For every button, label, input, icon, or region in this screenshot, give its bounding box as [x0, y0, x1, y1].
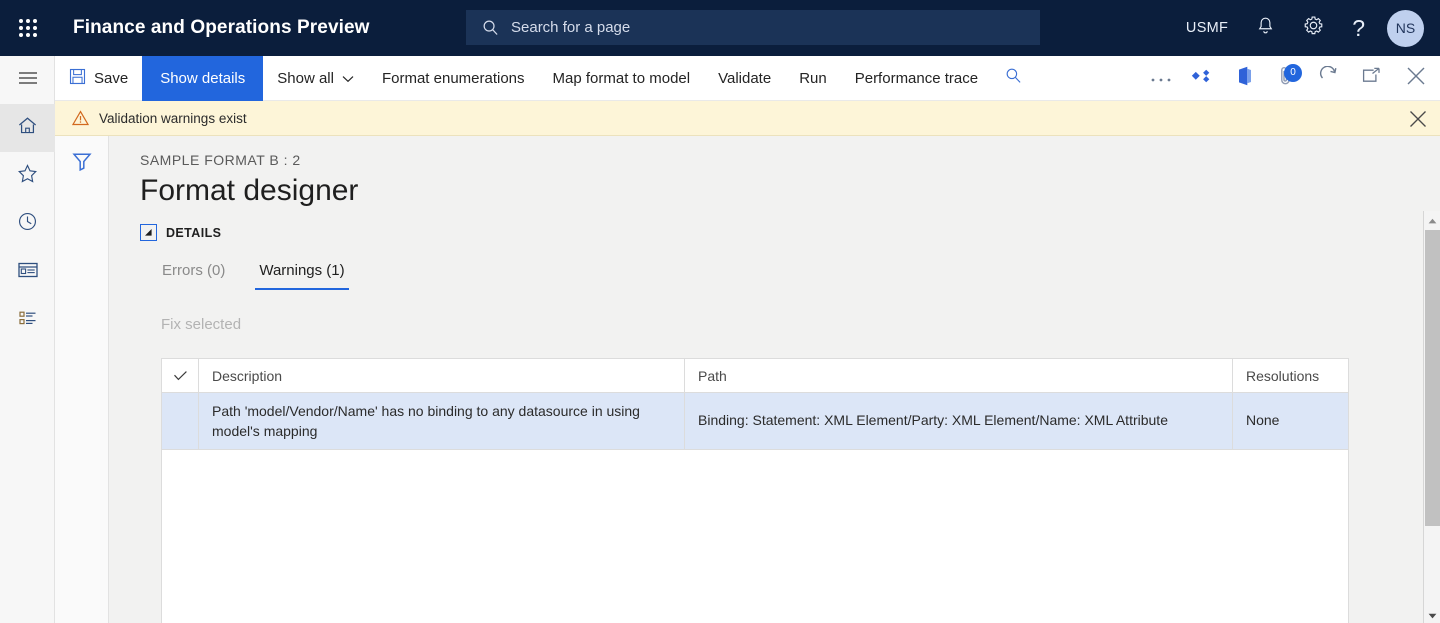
- column-header-path[interactable]: Path: [685, 359, 1233, 392]
- show-details-button[interactable]: Show details: [142, 55, 264, 101]
- command-toolbar: Save Show details Show all Format enumer…: [55, 55, 1440, 101]
- search-icon: [482, 19, 499, 36]
- close-button[interactable]: [1392, 56, 1440, 101]
- cell-description: Path 'model/Vendor/Name' has no binding …: [199, 393, 685, 449]
- cell-resolutions: None: [1246, 411, 1280, 428]
- scroll-up-arrow-icon: [1428, 211, 1437, 229]
- hamburger-menu-icon: [17, 70, 39, 91]
- save-button[interactable]: Save: [55, 56, 142, 101]
- sidebar-item-recent[interactable]: [0, 200, 55, 248]
- details-section-label: DETAILS: [166, 225, 222, 240]
- main-content: SAMPLE FORMAT B : 2 Format designer DETA…: [109, 136, 1440, 623]
- filter-pane: [55, 136, 109, 623]
- tab-warnings[interactable]: Warnings (1): [255, 256, 349, 290]
- star-icon: [17, 163, 38, 189]
- tab-errors[interactable]: Errors (0): [158, 256, 229, 290]
- table-row[interactable]: Path 'model/Vendor/Name' has no binding …: [162, 393, 1348, 449]
- table-empty-area: [162, 448, 1348, 623]
- select-all-checkbox-header[interactable]: [162, 359, 199, 392]
- app-launcher-button[interactable]: [8, 0, 48, 56]
- filter-funnel-icon: [71, 150, 93, 177]
- modules-list-icon: [17, 309, 39, 332]
- settings-button[interactable]: [1289, 0, 1338, 56]
- waffle-grid-icon: [19, 19, 37, 37]
- column-header-resolutions[interactable]: Resolutions: [1233, 359, 1348, 392]
- app-header: Finance and Operations Preview Search fo…: [0, 0, 1440, 56]
- sidebar-item-workspaces[interactable]: [0, 248, 55, 296]
- show-all-label: Show all: [277, 69, 334, 87]
- gear-icon: [1303, 15, 1324, 41]
- validate-button[interactable]: Validate: [704, 56, 785, 101]
- share-diamond-icon: [1191, 69, 1215, 88]
- performance-trace-button[interactable]: Performance trace: [841, 56, 992, 101]
- question-mark-icon: ?: [1352, 14, 1365, 41]
- save-label: Save: [94, 69, 129, 87]
- sidebar-item-menu[interactable]: [0, 56, 55, 104]
- search-icon: [1005, 67, 1022, 89]
- column-header-description[interactable]: Description: [199, 359, 685, 392]
- collapse-triangle-icon: [140, 224, 157, 241]
- map-format-to-model-button[interactable]: Map format to model: [539, 56, 705, 101]
- overflow-ellipsis-button[interactable]: [1140, 56, 1182, 101]
- validation-tabs: Errors (0) Warnings (1): [158, 256, 349, 290]
- global-search-placeholder: Search for a page: [511, 19, 631, 36]
- filter-button[interactable]: [55, 150, 109, 177]
- scroll-down-arrow-icon: [1428, 606, 1437, 623]
- bell-icon: [1256, 16, 1275, 41]
- validation-results-table: Description Path Resolutions Path 'model…: [161, 358, 1349, 623]
- user-avatar[interactable]: NS: [1387, 9, 1424, 47]
- validation-message-bar: Validation warnings exist: [55, 101, 1440, 136]
- toolbar-right-actions: 0: [1140, 56, 1440, 101]
- scroll-down-button[interactable]: [1424, 606, 1440, 623]
- row-checkbox[interactable]: [162, 393, 199, 449]
- header-actions: USMF ? NS: [1172, 0, 1440, 56]
- page-title: Format designer: [140, 174, 359, 207]
- save-disk-icon: [69, 68, 86, 89]
- breadcrumb: SAMPLE FORMAT B : 2: [140, 152, 301, 168]
- home-icon: [17, 115, 38, 141]
- format-enumerations-button[interactable]: Format enumerations: [368, 56, 539, 101]
- refresh-icon: [1319, 65, 1339, 91]
- refresh-button[interactable]: [1308, 56, 1350, 101]
- company-selector[interactable]: USMF: [1172, 0, 1242, 56]
- notifications-button[interactable]: [1242, 0, 1289, 56]
- table-body: Path 'model/Vendor/Name' has no binding …: [162, 393, 1348, 623]
- open-in-new-window-button[interactable]: [1350, 56, 1392, 101]
- toolbar-search-button[interactable]: [992, 56, 1034, 101]
- open-in-new-window-icon: [1361, 67, 1381, 90]
- dismiss-message-bar-button[interactable]: [1408, 109, 1428, 134]
- fix-selected-button[interactable]: Fix selected: [161, 316, 241, 333]
- vertical-scrollbar[interactable]: [1423, 211, 1440, 623]
- global-search-box[interactable]: Search for a page: [466, 10, 1040, 45]
- sidebar-item-favorites[interactable]: [0, 152, 55, 200]
- scroll-up-button[interactable]: [1424, 211, 1440, 228]
- navigation-rail: [0, 56, 55, 623]
- show-all-dropdown[interactable]: Show all: [263, 56, 368, 101]
- chevron-down-icon: [342, 70, 354, 87]
- validation-message-text: Validation warnings exist: [99, 110, 247, 126]
- app-title: Finance and Operations Preview: [73, 17, 370, 38]
- share-button[interactable]: [1182, 56, 1224, 101]
- attachment-count-badge: 0: [1284, 63, 1302, 82]
- overflow-ellipsis-icon: [1150, 70, 1172, 88]
- warning-triangle-icon: [72, 110, 89, 126]
- help-button[interactable]: ?: [1338, 0, 1379, 56]
- sidebar-item-modules[interactable]: [0, 296, 55, 344]
- run-button[interactable]: Run: [785, 56, 841, 101]
- details-section-toggle[interactable]: DETAILS: [140, 224, 221, 241]
- workspace-icon: [17, 261, 39, 284]
- office-app-icon: [1236, 65, 1254, 92]
- cell-path: Binding: Statement: XML Element/Party: X…: [685, 393, 1233, 449]
- scrollbar-thumb[interactable]: [1425, 230, 1440, 526]
- attachments-button[interactable]: 0: [1266, 56, 1308, 101]
- table-header-row: Description Path Resolutions: [162, 359, 1348, 393]
- clock-icon: [17, 211, 38, 237]
- office-apps-button[interactable]: [1224, 56, 1266, 101]
- close-icon: [1405, 65, 1427, 92]
- sidebar-item-home[interactable]: [0, 104, 55, 152]
